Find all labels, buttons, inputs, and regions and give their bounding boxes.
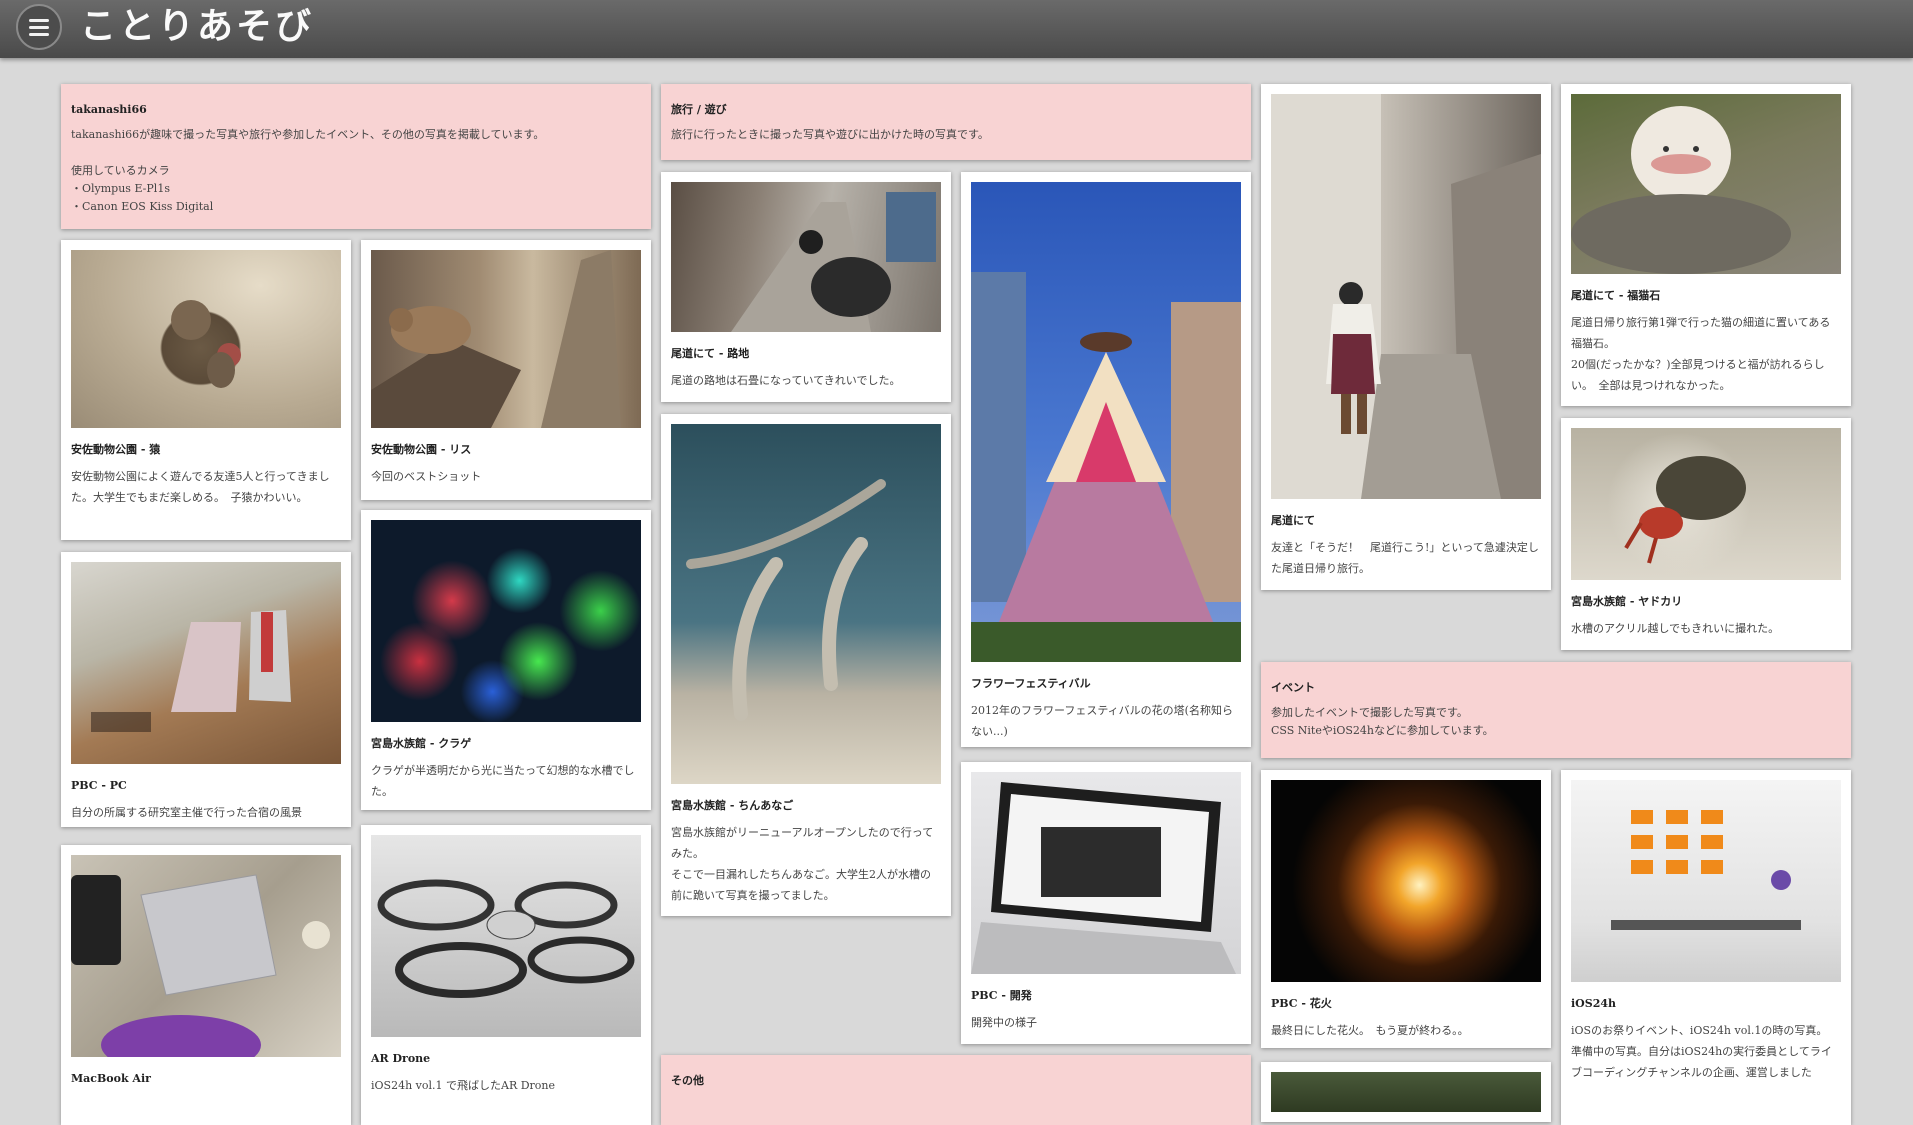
photo-ios24h[interactable] — [1571, 780, 1841, 982]
card-description: 尾道日帰り旅行第1弾で行った猫の細道に置いてある福猫石。 20個(だったかな？)… — [1571, 316, 1831, 392]
photo-card-drone[interactable]: AR Drone iOS24h vol.1 で飛ばしたAR Drone — [361, 825, 651, 1125]
category-other-card[interactable]: その他 — [661, 1055, 1251, 1125]
photo-card-alley[interactable]: 尾道にて - 路地 尾道の路地は石畳になっていてきれいでした。 — [661, 172, 951, 402]
card-description: 安佐動物公園によく遊んでる友達5人と行ってきました。大学生でもまだ楽しめる。 子… — [71, 470, 330, 504]
card-title: 宮島水族館 - ヤドカリ — [1571, 595, 1683, 608]
category-description: 旅行に行ったときに撮った写真や遊びに出かけた時の写真です。 — [671, 128, 989, 141]
hamburger-menu-icon — [29, 19, 49, 22]
photo-card-crab[interactable]: 宮島水族館 - ヤドカリ 水槽のアクリル越しでもきれいに撮れた。 — [1561, 418, 1851, 650]
category-description: 参加したイベントで撮影した写真です。 CSS NiteやiOS24hなどに参加し… — [1271, 706, 1494, 737]
intro-card: takanashi66 takanashi66が趣味で撮った写真や旅行や参加した… — [61, 84, 651, 229]
photo-crab[interactable] — [1571, 428, 1841, 580]
header-bar: ことりあそび — [0, 0, 1913, 58]
photo-card-cat-stone[interactable]: 尾道にて - 福猫石 尾道日帰り旅行第1弾で行った猫の細道に置いてある福猫石。 … — [1561, 84, 1851, 406]
hamburger-menu-icon-line — [29, 26, 49, 29]
photo-card-flower[interactable]: フラワーフェスティバル 2012年のフラワーフェスティバルの花の塔(名称知らない… — [961, 172, 1251, 747]
photo-card-eels[interactable]: 宮島水族館 - ちんあなご 宮島水族館がリーニューアルオープンしたので行ってみた… — [661, 414, 951, 916]
photo-card-partial[interactable] — [1261, 1062, 1551, 1122]
card-title: iOS24h — [1571, 997, 1617, 1010]
category-title: 旅行 / 遊び — [671, 103, 727, 116]
photo-card-pbc-pc[interactable]: PBC - PC 自分の所属する研究室主催で行った合宿の風景 — [61, 552, 351, 827]
hamburger-menu-icon-line — [29, 33, 49, 36]
card-description: 水槽のアクリル越しでもきれいに撮れた。 — [1571, 622, 1780, 635]
card-description: 尾道の路地は石畳になっていてきれいでした。 — [671, 374, 901, 387]
category-travel-card[interactable]: 旅行 / 遊び 旅行に行ったときに撮った写真や遊びに出かけた時の写真です。 — [661, 84, 1251, 160]
card-title: MacBook Air — [71, 1072, 151, 1085]
intro-description: takanashi66が趣味で撮った写真や旅行や参加したイベント、その他の写真を… — [71, 128, 545, 213]
card-title: 尾道にて - 福猫石 — [1571, 289, 1661, 302]
card-title: フラワーフェスティバル — [971, 677, 1091, 690]
photo-partial[interactable] — [1271, 1072, 1541, 1112]
card-description: 自分の所属する研究室主催で行った合宿の風景 — [71, 806, 302, 819]
photo-alley[interactable] — [671, 182, 941, 332]
card-description: 開発中の様子 — [971, 1016, 1037, 1029]
photo-card-jellyfish[interactable]: 宮島水族館 - クラゲ クラゲが半透明だから光に当たって幻想的な水槽でした。 — [361, 510, 651, 810]
card-description: クラゲが半透明だから光に当たって幻想的な水槽でした。 — [371, 764, 635, 798]
photo-cat-stone[interactable] — [1571, 94, 1841, 274]
card-title: 宮島水族館 - ちんあなご — [671, 799, 794, 812]
card-title: PBC - PC — [71, 779, 127, 792]
photo-card-macbook[interactable]: MacBook Air — [61, 845, 351, 1125]
card-title: 安佐動物公園 - 猿 — [71, 443, 161, 456]
card-title: 安佐動物公園 - リス — [371, 443, 472, 456]
card-description: 宮島水族館がリーニューアルオープンしたので行ってみた。 そこで一目漏れしたちんあ… — [671, 826, 934, 902]
card-title: 尾道にて - 路地 — [671, 347, 750, 360]
photo-drone[interactable] — [371, 835, 641, 1037]
card-description: 2012年のフラワーフェスティバルの花の塔(名称知らない...) — [971, 704, 1233, 738]
photo-card-ios24h[interactable]: iOS24h iOSのお祭りイベント、iOS24h vol.1の時の写真。 準備… — [1561, 770, 1851, 1125]
photo-card-onomichi[interactable]: 尾道にて 友達と「そうだ！ 尾道行こう!」といって急遽決定した尾道日帰り旅行。 — [1261, 84, 1551, 590]
photo-eels[interactable] — [671, 424, 941, 784]
intro-title: takanashi66 — [71, 103, 147, 116]
photo-flower[interactable] — [971, 182, 1241, 662]
card-title: PBC - 花火 — [1271, 997, 1332, 1010]
card-title: PBC - 開発 — [971, 989, 1032, 1002]
photo-pbc-pc[interactable] — [71, 562, 341, 764]
card-description: 最終日にした花火。 もう夏が終わる。。 — [1271, 1024, 1469, 1037]
card-title: 尾道にて — [1271, 514, 1315, 527]
photo-pbc-dev[interactable] — [971, 772, 1241, 974]
category-event-card[interactable]: イベント 参加したイベントで撮影した写真です。 CSS NiteやiOS24hな… — [1261, 662, 1851, 758]
card-description: iOS24h vol.1 で飛ばしたAR Drone — [371, 1079, 556, 1092]
photo-card-pbc-dev[interactable]: PBC - 開発 開発中の様子 — [961, 762, 1251, 1044]
photo-macbook[interactable] — [71, 855, 341, 1057]
photo-jellyfish[interactable] — [371, 520, 641, 722]
category-title: その他 — [671, 1074, 704, 1087]
photo-onomichi[interactable] — [1271, 94, 1541, 499]
card-title: 宮島水族館 - クラゲ — [371, 737, 472, 750]
card-description: 今回のベストショット — [371, 470, 482, 483]
photo-fireworks[interactable] — [1271, 780, 1541, 982]
card-description: 友達と「そうだ！ 尾道行こう!」といって急遽決定した尾道日帰り旅行。 — [1271, 541, 1539, 575]
site-title[interactable]: ことりあそび — [80, 4, 314, 48]
photo-squirrel[interactable] — [371, 250, 641, 428]
hamburger-menu-button[interactable] — [16, 4, 62, 50]
card-title: AR Drone — [371, 1052, 431, 1065]
photo-card-fireworks[interactable]: PBC - 花火 最終日にした花火。 もう夏が終わる。。 — [1261, 770, 1551, 1048]
card-description: iOSのお祭りイベント、iOS24h vol.1の時の写真。 準備中の写真。自分… — [1571, 1024, 1832, 1079]
photo-monkey[interactable] — [71, 250, 341, 428]
photo-card-squirrel[interactable]: 安佐動物公園 - リス 今回のベストショット — [361, 240, 651, 500]
category-title: イベント — [1271, 681, 1315, 694]
photo-card-monkey[interactable]: 安佐動物公園 - 猿 安佐動物公園によく遊んでる友達5人と行ってきました。大学生… — [61, 240, 351, 540]
